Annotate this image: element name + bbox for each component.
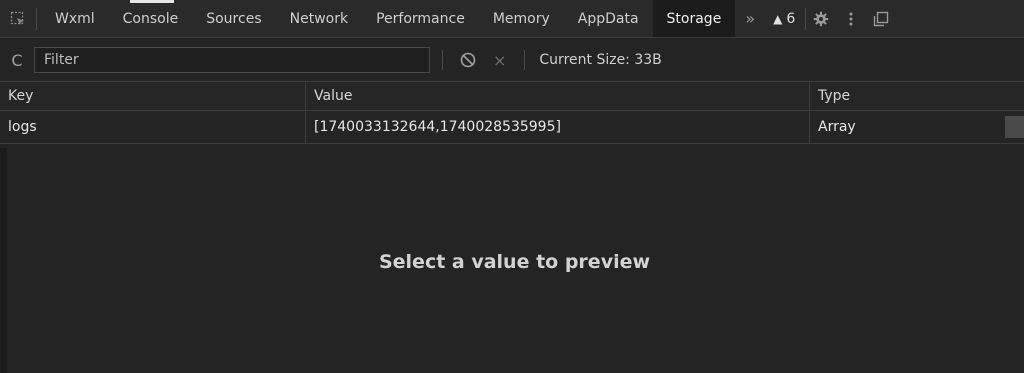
more-options-button[interactable] [836, 0, 866, 37]
refresh-icon: C [11, 50, 23, 70]
header-spacer [1005, 82, 1024, 110]
separator [524, 50, 526, 70]
warning-count: 6 [786, 10, 796, 27]
refresh-button[interactable]: C [0, 51, 34, 70]
preview-message: Select a value to preview [378, 250, 651, 273]
scrollbar-thumb[interactable] [1005, 116, 1024, 138]
cell-value: [1740033132644,1740028535995] [306, 111, 810, 143]
dock-button[interactable] [866, 0, 896, 37]
current-size-label: Current Size: 33B [539, 52, 662, 68]
more-icon [849, 12, 853, 25]
inspect-element-button[interactable] [0, 0, 36, 37]
settings-icon [814, 11, 829, 26]
table-header: Key Value Type [0, 81, 1024, 111]
tab-sources[interactable]: Sources [192, 0, 275, 37]
warning-icon: ▲ [773, 11, 783, 26]
tab-memory[interactable]: Memory [479, 0, 564, 37]
devtools-tabbar: Wxml Console Sources Network Performance… [0, 0, 1024, 38]
cell-type: Array [818, 119, 856, 135]
tab-hover-indicator [130, 0, 174, 3]
tab-appdata[interactable]: AppData [564, 0, 653, 37]
cell-key: logs [0, 111, 306, 143]
tab-performance[interactable]: Performance [362, 0, 479, 37]
delete-selected-button[interactable]: × [493, 51, 506, 70]
clear-all-button[interactable] [459, 51, 477, 69]
separator [442, 50, 443, 70]
preview-pane: Select a value to preview [0, 148, 1024, 373]
tab-storage[interactable]: Storage [652, 0, 736, 37]
tab-network[interactable]: Network [276, 0, 362, 37]
tab-console[interactable]: Console [109, 0, 193, 37]
more-tabs-button[interactable]: » [735, 9, 765, 28]
inspect-icon [10, 11, 24, 25]
settings-button[interactable] [806, 0, 836, 37]
table-row[interactable]: logs [1740033132644,1740028535995] Array [0, 111, 1024, 144]
column-header-key[interactable]: Key [0, 82, 306, 110]
warnings-counter[interactable]: ▲ 6 [765, 11, 805, 27]
filter-input[interactable] [34, 47, 430, 73]
storage-table: Key Value Type logs [1740033132644,17400… [0, 81, 1024, 146]
tab-wxml[interactable]: Wxml [37, 0, 109, 37]
dock-icon [874, 11, 889, 26]
column-header-type[interactable]: Type [810, 82, 1005, 110]
storage-toolbar: C × Current Size: 33B [0, 44, 1024, 76]
column-header-value[interactable]: Value [306, 82, 810, 110]
